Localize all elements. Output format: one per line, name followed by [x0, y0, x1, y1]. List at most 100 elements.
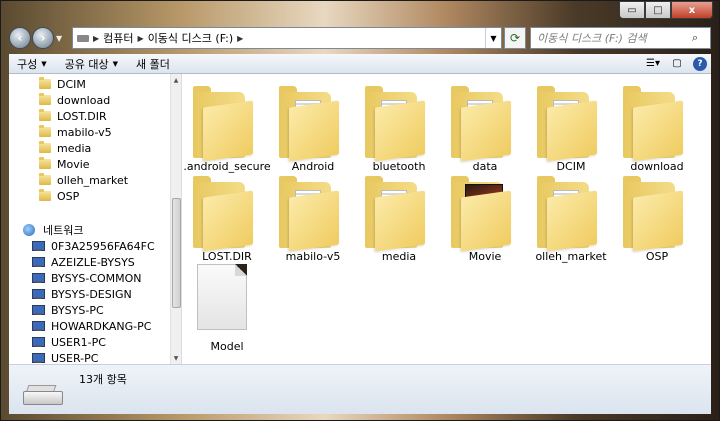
nav-network-computer[interactable]: AZEIZLE-BYSYS — [9, 254, 169, 270]
scroll-up-arrow[interactable]: ▲ — [171, 74, 181, 86]
address-row: ‹ › ▼ ▶ 컴퓨터 ▶ 이동식 디스크 (F:) ▶ ▼ ⟳ 이동식 디스크… — [9, 25, 711, 51]
close-button[interactable]: x — [671, 1, 713, 19]
folder-item[interactable]: olleh_market — [528, 170, 614, 263]
nav-network-computer[interactable]: BYSYS-COMMON — [9, 270, 169, 286]
chevron-down-icon: ▼ — [41, 59, 47, 68]
file-icon — [197, 264, 247, 330]
folder-icon — [537, 86, 605, 162]
folder-icon — [537, 176, 605, 252]
file-item[interactable]: Model — [184, 260, 270, 353]
computer-icon — [31, 272, 45, 284]
folder-item[interactable]: download — [614, 80, 700, 173]
nav-folder-item[interactable]: mabilo-v5 — [9, 124, 169, 140]
folder-icon — [623, 86, 691, 162]
folder-item[interactable]: data — [442, 80, 528, 173]
folder-item[interactable]: media — [356, 170, 442, 263]
item-count: 13개 항목 — [79, 373, 127, 386]
nav-computer-label: 0F3A25956FA64FC — [51, 239, 155, 253]
nav-folder-label: mabilo-v5 — [57, 125, 112, 139]
nav-network-label: 네트워크 — [43, 224, 84, 237]
search-input[interactable]: 이동식 디스크 (F:) 검색 ⌕ — [530, 27, 711, 49]
item-name: OSP — [645, 250, 669, 263]
chevron-right-icon[interactable]: ▶ — [237, 34, 243, 43]
new-folder-button[interactable]: 새 폴더 — [136, 56, 170, 72]
folder-icon — [451, 176, 519, 252]
address-bar[interactable]: ▶ 컴퓨터 ▶ 이동식 디스크 (F:) ▶ ▼ — [72, 27, 502, 49]
organize-button[interactable]: 구성 ▼ — [17, 56, 47, 72]
organize-label: 구성 — [17, 57, 38, 71]
folder-icon — [193, 86, 261, 162]
navigation-tree: DCIM download LOST.DIR mabilo-v5 media Movie o… — [9, 76, 169, 364]
nav-folder-item[interactable]: OSP — [9, 188, 169, 204]
nav-folder-item[interactable]: download — [9, 92, 169, 108]
nav-computer-label: BYSYS-DESIGN — [51, 287, 132, 301]
nav-network-computer[interactable]: BYSYS-PC — [9, 302, 169, 318]
folder-icon — [39, 93, 51, 105]
folder-icon — [39, 157, 51, 169]
nav-folder-label: DCIM — [57, 77, 86, 91]
folder-icon — [279, 86, 347, 162]
nav-folder-item[interactable]: olleh_market — [9, 172, 169, 188]
folder-icon — [39, 173, 51, 185]
folder-item[interactable]: mabilo-v5 — [270, 170, 356, 263]
nav-network-computer[interactable]: HOWARDKANG-PC — [9, 318, 169, 334]
computer-icon — [31, 336, 45, 348]
nav-folder-item[interactable]: Movie — [9, 156, 169, 172]
view-options-icon[interactable]: ☰▾ — [645, 57, 661, 71]
nav-network-computer[interactable]: 0F3A25956FA64FC — [9, 238, 169, 254]
computer-icon — [31, 288, 45, 300]
nav-network-computer[interactable]: USER-PC — [9, 350, 169, 364]
chevron-down-icon[interactable]: ▼ — [485, 28, 501, 48]
folder-icon — [365, 176, 433, 252]
nav-folder-label: Movie — [57, 157, 90, 171]
nav-folder-label: download — [57, 93, 111, 107]
nav-scrollbar[interactable]: ▲ ▼ — [170, 74, 181, 364]
nav-folder-label: media — [57, 141, 92, 155]
folder-item[interactable]: DCIM — [528, 80, 614, 173]
file-list: .android_secure Android bluetooth data DCIM d… — [182, 74, 711, 364]
scroll-down-arrow[interactable]: ▼ — [171, 352, 181, 364]
folder-item[interactable]: .android_secure — [183, 80, 271, 173]
folder-item[interactable]: Movie — [442, 170, 528, 263]
computer-icon — [31, 256, 45, 268]
chevron-right-icon[interactable]: ▶ — [93, 34, 99, 43]
chevron-right-icon[interactable]: ▶ — [138, 34, 144, 43]
nav-folder-item[interactable]: LOST.DIR — [9, 108, 169, 124]
refresh-button[interactable]: ⟳ — [504, 27, 526, 49]
folder-icon — [39, 189, 51, 201]
nav-network-computer[interactable]: USER1-PC — [9, 334, 169, 350]
share-with-button[interactable]: 공유 대상 ▼ — [65, 56, 118, 72]
command-bar: 구성 ▼ 공유 대상 ▼ 새 폴더 ☰▾ ▢ ? — [9, 54, 711, 74]
recent-pages-dropdown[interactable]: ▼ — [56, 34, 66, 43]
nav-folder-item[interactable]: DCIM — [9, 76, 169, 92]
breadcrumb-computer[interactable]: 컴퓨터 — [103, 30, 133, 46]
nav-network-computer[interactable]: BYSYS-DESIGN — [9, 286, 169, 302]
item-name: Model — [210, 340, 244, 353]
maximize-button[interactable]: □ — [645, 1, 671, 19]
preview-pane-icon[interactable]: ▢ — [669, 57, 685, 71]
folder-item[interactable]: bluetooth — [356, 80, 442, 173]
details-pane: 13개 항목 — [9, 364, 711, 414]
breadcrumb-removable-disk[interactable]: 이동식 디스크 (F:) — [148, 30, 233, 46]
folder-icon — [365, 86, 433, 162]
nav-folder-label: OSP — [57, 189, 80, 203]
navigation-pane: DCIM download LOST.DIR mabilo-v5 media Movie o… — [9, 74, 182, 364]
nav-computer-label: AZEIZLE-BYSYS — [51, 255, 135, 269]
nav-folder-label: olleh_market — [57, 173, 129, 187]
nav-folder-item[interactable]: media — [9, 140, 169, 156]
back-button[interactable]: ‹ — [9, 27, 31, 49]
network-icon — [23, 224, 37, 236]
nav-computer-label: HOWARDKANG-PC — [51, 319, 152, 333]
chevron-down-icon: ▼ — [112, 59, 119, 68]
drive-icon — [77, 34, 89, 42]
forward-button[interactable]: › — [32, 27, 54, 49]
nav-network[interactable]: 네트워크 — [9, 222, 169, 238]
minimize-button[interactable]: ▭ — [619, 1, 645, 19]
folder-item[interactable]: OSP — [614, 170, 700, 263]
folder-item[interactable]: LOST.DIR — [184, 170, 270, 263]
folder-icon — [451, 86, 519, 162]
new-folder-label: 새 폴더 — [136, 57, 170, 71]
help-icon[interactable]: ? — [693, 56, 707, 71]
folder-item[interactable]: Android — [270, 80, 356, 173]
search-icon[interactable]: ⌕ — [692, 31, 710, 45]
